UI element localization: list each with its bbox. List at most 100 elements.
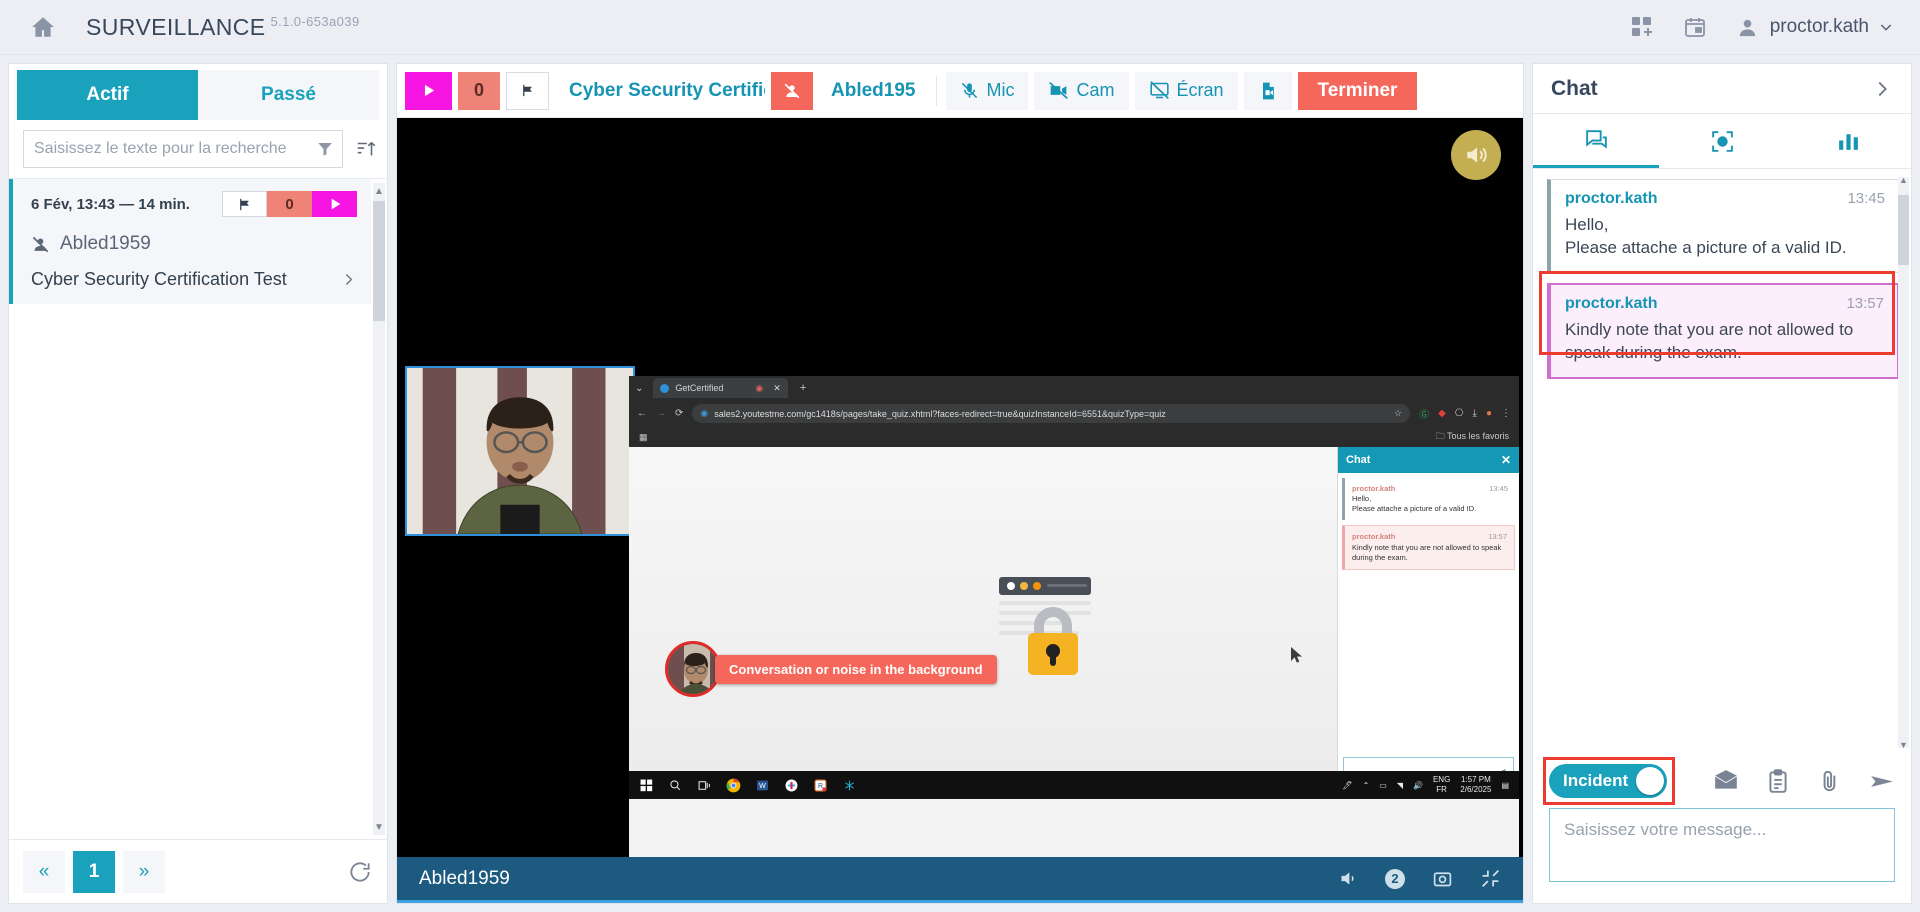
session-test[interactable]: Cyber Security Certification Test [31,269,357,290]
screen-toggle-button[interactable]: Écran [1135,72,1238,110]
snapshot-camera-icon[interactable] [1431,868,1453,890]
toolbar-flag-button[interactable] [506,72,549,110]
forward-arrow-icon[interactable]: → [656,408,666,419]
clipboard-icon[interactable] [1765,768,1791,794]
volume-icon[interactable] [1337,868,1359,890]
language-indicator[interactable]: ENG FR [1433,775,1450,795]
video-stage: ⌄ GetCertified ◉ ✕ + ← → ⟳ ◉ sales2. [397,118,1523,857]
collapse-icon[interactable] [1479,868,1501,890]
notification-icon[interactable]: ▤ [1501,781,1509,790]
download-icon[interactable]: ⤓ [1473,408,1477,419]
chat-input[interactable] [1549,808,1895,882]
plus-icon[interactable]: + [800,382,806,394]
home-icon[interactable] [30,14,56,40]
scroll-down-icon[interactable]: ▼ [1898,740,1909,750]
stream-count-badge[interactable]: 2 [1385,869,1405,889]
username-label: proctor.kath [1770,16,1869,38]
r-app-icon[interactable]: R [813,778,828,793]
chevron-right-icon[interactable] [340,271,357,288]
scroll-down-icon[interactable]: ▼ [373,819,385,835]
apps-shortcut-icon[interactable]: ▦ [639,432,648,443]
cam-toggle-button[interactable]: Cam [1034,72,1128,110]
extensions-icon[interactable]: ⎔ [1455,408,1464,419]
extension-badge-icon[interactable]: ◆ [1438,408,1446,419]
wifi-icon[interactable]: ◥ [1397,781,1403,790]
calendar-icon[interactable] [1682,14,1708,40]
close-icon[interactable]: ✕ [1501,453,1511,467]
scroll-up-icon[interactable]: ▲ [1898,175,1909,185]
recording-button[interactable] [1244,72,1292,110]
back-arrow-icon[interactable]: ← [637,408,647,419]
refresh-icon[interactable] [347,859,373,885]
browser-menu-icon[interactable]: ⋮ [1501,408,1511,419]
incident-count-badge[interactable]: 0 [267,191,312,217]
word-icon[interactable]: W [755,778,770,793]
search-box[interactable] [23,130,343,168]
chevron-down-icon[interactable]: ⌄ [635,383,643,394]
session-badges: 0 [222,191,357,217]
chevron-right-icon[interactable] [1871,78,1893,100]
list-item[interactable]: 6 Fév, 13:43 — 14 min. 0 [9,179,371,304]
toolbar-incident-count[interactable]: 0 [458,72,500,110]
windows-start-icon[interactable] [639,778,654,793]
end-session-button[interactable]: Terminer [1298,72,1418,110]
filter-icon[interactable] [316,140,334,158]
chrome-icon[interactable] [726,778,741,793]
grammarly-extension-icon[interactable]: Ⓖ [1419,406,1429,421]
address-bar[interactable]: ◉ sales2.youtestme.com/gc1418s/pages/tak… [692,404,1410,423]
user-slash-icon [31,235,50,254]
pagination-first[interactable]: « [23,851,65,893]
toolbar-test-name[interactable]: Cyber Security Certification T [555,80,765,102]
sidebar-scroll-thumb[interactable] [373,201,385,321]
shared-chat-message: proctor.kath 13:57 Kindly note that you … [1342,525,1515,569]
sort-ascending-icon[interactable] [355,138,377,160]
envelope-icon[interactable] [1713,768,1739,794]
pagination-last[interactable]: » [123,851,165,893]
mic-toggle-button[interactable]: Mic [946,72,1028,110]
task-view-icon[interactable] [697,778,712,793]
user-menu[interactable]: proctor.kath [1735,14,1894,40]
search-input[interactable] [34,140,316,158]
star-app-icon[interactable] [842,778,857,793]
tab-face-verification[interactable] [1659,114,1785,168]
play-icon[interactable] [312,191,357,217]
tab-passe[interactable]: Passé [198,70,379,120]
tab-statistics[interactable] [1785,114,1911,168]
search-icon[interactable] [668,778,683,793]
browser-tab[interactable]: GetCertified ◉ ✕ [653,378,787,398]
webcam-feed [405,366,635,536]
volume-icon[interactable]: 🔊 [1413,781,1423,790]
apps-grid-add-icon[interactable] [1629,14,1655,40]
speaker-on-icon[interactable] [1451,130,1501,180]
chat-message-line2: Please attache a picture of a valid ID. [1565,237,1885,260]
incident-toggle[interactable]: Incident [1549,764,1667,798]
app-header: SURVEILLANCE5.1.0-653a039 proctor.kath [0,0,1920,55]
reload-icon[interactable]: ⟳ [675,408,683,419]
toolbar-play-button[interactable] [405,72,452,110]
profile-avatar-icon[interactable]: ● [1486,408,1492,419]
send-icon[interactable] [1869,768,1895,794]
page-title: SURVEILLANCE5.1.0-653a039 [86,14,360,41]
show-hidden-icons[interactable]: ⌃ [1363,781,1370,790]
close-icon[interactable]: ✕ [773,383,781,394]
shared-chat-text: Hello, Please attache a picture of a val… [1352,494,1508,514]
pagination-page-1[interactable]: 1 [73,851,115,893]
flag-icon[interactable] [222,191,267,217]
pen-tray-icon[interactable]: 🖊 [1342,781,1352,790]
session-card-header: 6 Fév, 13:43 — 14 min. 0 [31,191,357,217]
battery-icon[interactable]: ▭ [1379,781,1387,790]
toolbar-username[interactable]: Abled195 [819,80,927,102]
toolbar-user-status-icon[interactable] [771,72,813,110]
scroll-up-icon[interactable]: ▲ [373,183,385,199]
paperclip-icon[interactable] [1817,768,1843,794]
avatar [665,641,721,697]
bookmarks-folder[interactable]: 🗀 Tous les favoris [1436,429,1509,445]
tab-actif[interactable]: Actif [17,70,198,120]
clock[interactable]: 1:57 PM 2/6/2025 [1460,775,1491,795]
chat-message: proctor.kath 13:45 Hello, Please attache… [1547,179,1899,273]
chat-scroll-thumb[interactable] [1898,195,1909,265]
slack-icon[interactable] [784,778,799,793]
video-file-icon [1258,81,1278,101]
tab-chat[interactable] [1533,114,1659,168]
pagination: « 1 » [9,839,387,903]
